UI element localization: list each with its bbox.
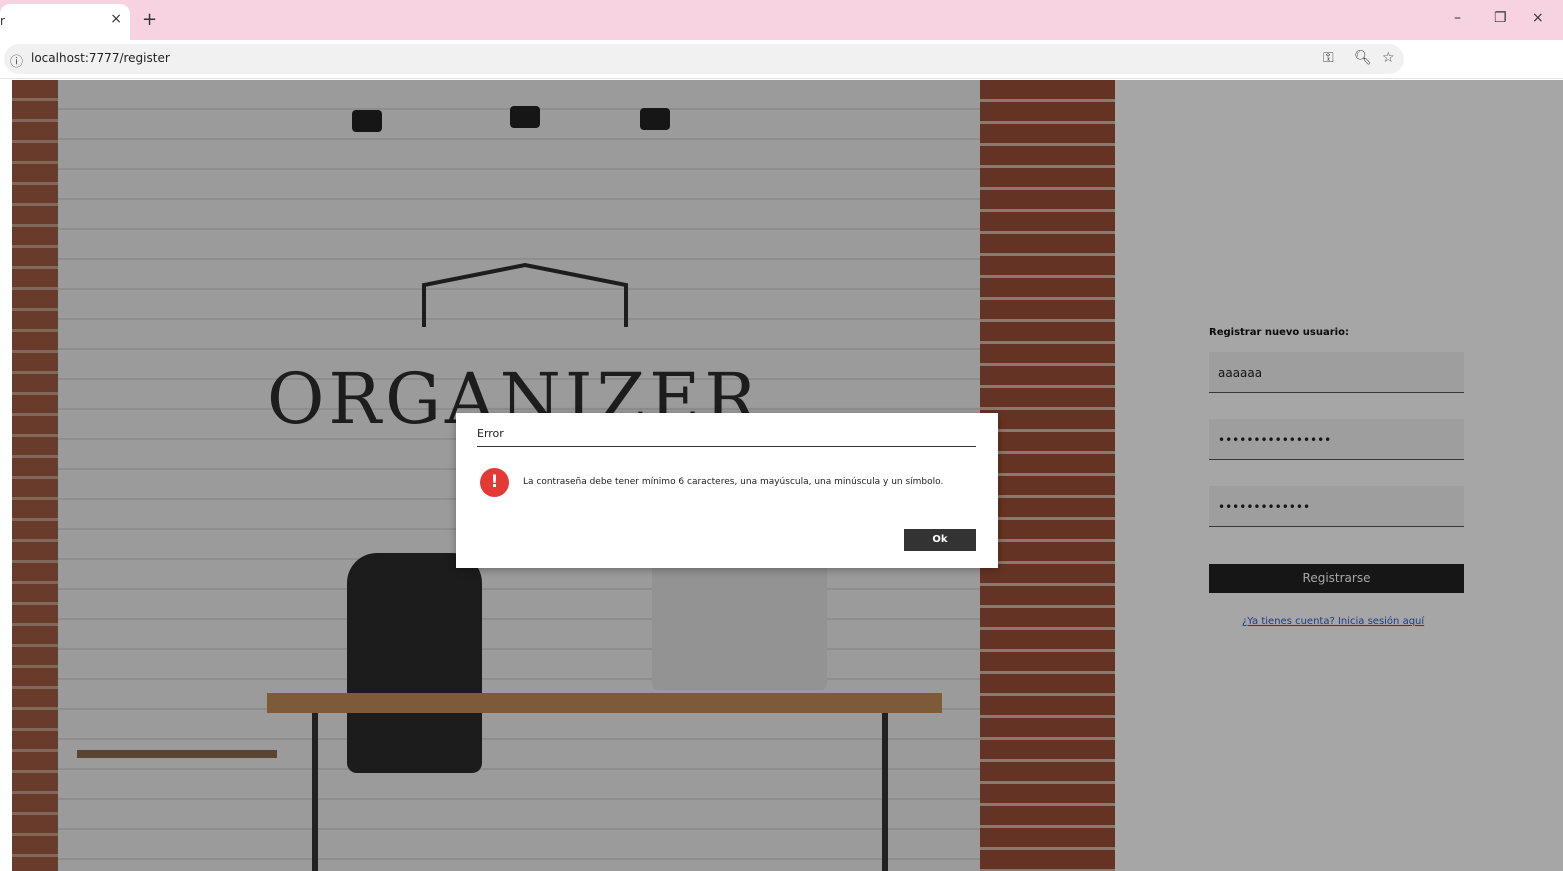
new-tab-icon[interactable]: + bbox=[142, 9, 157, 30]
tab-close-icon[interactable]: × bbox=[110, 11, 122, 27]
dialog-message: La contraseña debe tener mínimo 6 caract… bbox=[523, 477, 944, 487]
restore-icon[interactable]: ❐ bbox=[1494, 10, 1507, 26]
address-url[interactable]: localhost:7777/register bbox=[31, 51, 170, 65]
error-icon: ! bbox=[480, 468, 509, 497]
browser-tab[interactable]: r × bbox=[0, 4, 130, 40]
password-key-icon[interactable]: ⚿ bbox=[1323, 50, 1334, 66]
browser-toolbar: ⓘ localhost:7777/register ⚿ 🔍︎ ☆ ⧉ ◨ ★ ⋮ bbox=[0, 40, 1563, 108]
error-dialog: Error ! La contraseña debe tener mínimo … bbox=[456, 413, 998, 568]
dialog-title: Error bbox=[477, 427, 504, 440]
site-info-icon[interactable]: ⓘ bbox=[10, 51, 23, 70]
dialog-divider bbox=[477, 446, 976, 447]
ok-button[interactable]: Ok bbox=[904, 529, 976, 551]
close-window-icon[interactable]: × bbox=[1532, 10, 1544, 26]
minimize-icon[interactable]: – bbox=[1454, 10, 1461, 26]
browser-tabbar: r × + – ❐ × bbox=[0, 0, 1563, 40]
tab-title: r bbox=[0, 14, 5, 28]
address-bar[interactable]: ⓘ localhost:7777/register ⚿ 🔍︎ ☆ bbox=[4, 44, 1404, 74]
bookmark-star-icon[interactable]: ☆ bbox=[1382, 50, 1395, 66]
zoom-icon[interactable]: 🔍︎ bbox=[1354, 50, 1372, 66]
